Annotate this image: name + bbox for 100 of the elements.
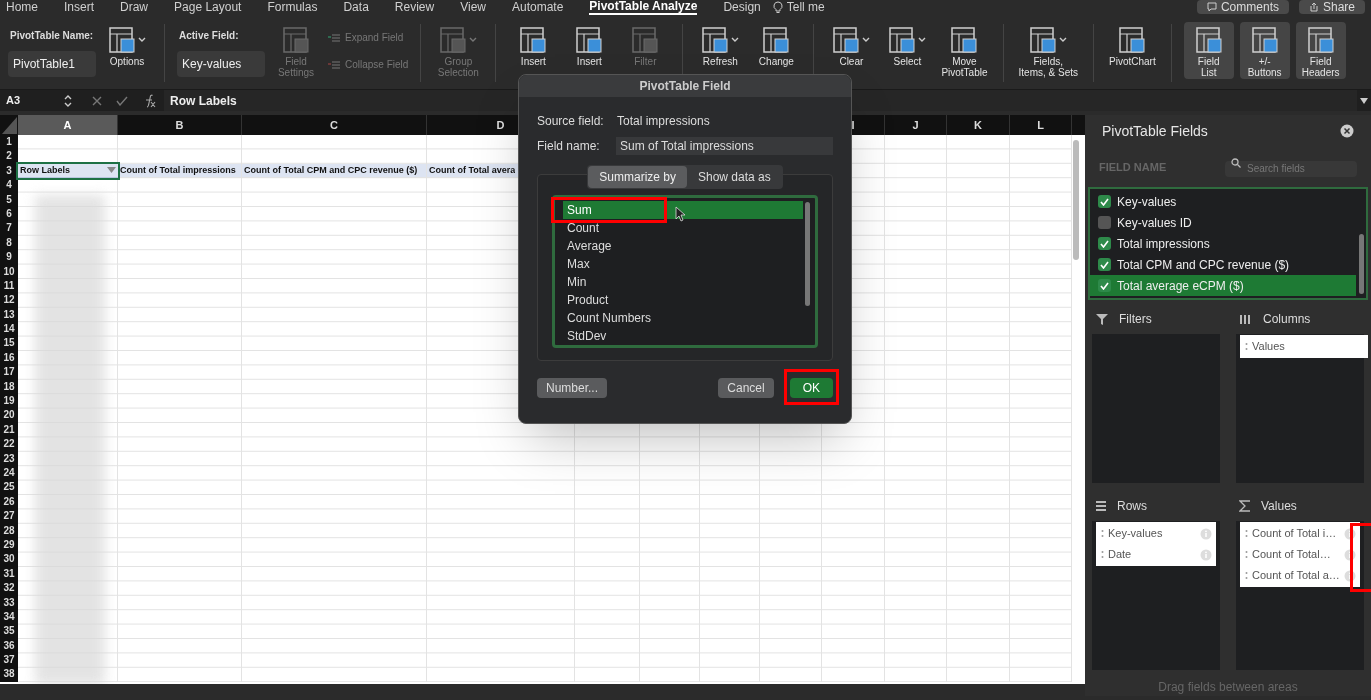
- row-header[interactable]: 22: [0, 437, 18, 452]
- menu-tab[interactable]: Formulas: [267, 0, 318, 14]
- checkbox[interactable]: [1098, 258, 1111, 271]
- list-item[interactable]: Count Numbers: [563, 309, 803, 327]
- ribbon-button[interactable]: PivotChart: [1106, 22, 1159, 68]
- list-item[interactable]: Max: [563, 255, 803, 273]
- tab[interactable]: Show data as: [687, 166, 782, 188]
- menu-tab[interactable]: Home: [6, 0, 38, 14]
- menu-tab[interactable]: Review: [394, 0, 435, 14]
- ribbon-button[interactable]: Clear: [826, 22, 877, 68]
- dialog-button[interactable]: Cancel: [718, 378, 774, 398]
- columns-icon: [1239, 313, 1253, 325]
- row-header[interactable]: 2: [0, 149, 18, 164]
- source-field-value: Total impressions: [617, 113, 710, 130]
- row-header[interactable]: 17: [0, 365, 18, 380]
- area-item[interactable]: Count of Total a…: [1240, 565, 1360, 586]
- row-header[interactable]: 14: [0, 322, 18, 337]
- list-item[interactable]: Key-values: [1090, 191, 1356, 212]
- tab[interactable]: Summarize by: [588, 166, 687, 188]
- menu-tab[interactable]: View: [460, 0, 486, 14]
- field-name-input[interactable]: Sum of Total impressions: [616, 137, 833, 155]
- area-item[interactable]: Count of Total i…: [1240, 523, 1360, 544]
- area-item[interactable]: Date: [1096, 544, 1216, 565]
- name-box[interactable]: A3: [6, 92, 21, 109]
- ok-button[interactable]: OK: [789, 378, 833, 398]
- row-header[interactable]: 32: [0, 581, 18, 596]
- search-icon: [1231, 158, 1241, 168]
- column-header[interactable]: B: [118, 115, 242, 135]
- list-item[interactable]: Total average eCPM ($): [1090, 275, 1356, 296]
- table-cell[interactable]: Row Labels: [18, 163, 118, 179]
- ribbon-button[interactable]: Insert: [508, 22, 559, 68]
- column-header[interactable]: A: [18, 115, 118, 135]
- row-header[interactable]: 20: [0, 408, 18, 423]
- scrollbar[interactable]: [804, 202, 810, 306]
- area-item[interactable]: Key-values: [1096, 523, 1216, 544]
- ribbon-button[interactable]: Options: [102, 22, 152, 68]
- checkbox[interactable]: [1098, 195, 1111, 208]
- row-header[interactable]: 19: [0, 394, 18, 409]
- table-icon: [701, 26, 730, 54]
- row-header[interactable]: 12: [0, 293, 18, 308]
- tell-me-search[interactable]: Tell me: [786, 0, 825, 14]
- row-header[interactable]: 7: [0, 221, 18, 236]
- ribbon-button[interactable]: Change: [751, 22, 802, 68]
- row-header[interactable]: 35: [0, 624, 18, 639]
- caret-icon: [731, 37, 740, 43]
- row-header[interactable]: 4: [0, 178, 18, 193]
- row-header[interactable]: 25: [0, 480, 18, 495]
- ribbon-button[interactable]: Refresh: [695, 22, 746, 68]
- ribbon-button[interactable]: Move PivotTable: [938, 22, 991, 79]
- ribbon-button[interactable]: +/- Buttons: [1239, 22, 1290, 79]
- text-field[interactable]: PivotTable1: [8, 51, 96, 77]
- ribbon-button[interactable]: Fields, Items, & Sets: [1015, 22, 1081, 79]
- list-item[interactable]: Sum: [563, 201, 803, 219]
- scrollbar[interactable]: [1073, 140, 1079, 260]
- list-item[interactable]: StdDev: [563, 327, 803, 345]
- text-field[interactable]: Key-values: [177, 51, 265, 77]
- column-header[interactable]: L: [1010, 115, 1072, 135]
- cursor-icon: [675, 206, 685, 222]
- row-header[interactable]: 1: [0, 135, 18, 150]
- menu-tab[interactable]: Design: [723, 0, 761, 14]
- list-item[interactable]: Count: [563, 219, 803, 237]
- list-item[interactable]: Total CPM and CPC revenue ($): [1090, 254, 1356, 275]
- menu-tab[interactable]: Insert: [64, 0, 95, 14]
- row-header[interactable]: 27: [0, 509, 18, 524]
- column-header[interactable]: J: [885, 115, 947, 135]
- dialog-button[interactable]: Number...: [537, 378, 608, 398]
- scrollbar[interactable]: [1358, 234, 1364, 294]
- formula-field[interactable]: Row Labels: [170, 91, 237, 110]
- column-header[interactable]: C: [242, 115, 427, 135]
- row-header[interactable]: 15: [0, 336, 18, 351]
- row-header[interactable]: 38: [0, 667, 18, 682]
- ribbon-button[interactable]: Insert: [564, 22, 615, 68]
- checkmark-icon: [1100, 260, 1109, 269]
- column-header[interactable]: K: [947, 115, 1010, 135]
- area-item[interactable]: Count of Total…: [1240, 544, 1360, 565]
- checkbox[interactable]: [1098, 237, 1111, 250]
- list-item[interactable]: Average: [563, 237, 803, 255]
- menu-tab[interactable]: Automate: [511, 0, 564, 14]
- stepper-icon: [64, 93, 72, 108]
- list-item[interactable]: Total impressions: [1090, 233, 1356, 254]
- checkbox[interactable]: [1098, 279, 1111, 292]
- check-icon: [116, 95, 128, 106]
- checkbox[interactable]: [1098, 216, 1111, 229]
- share-button[interactable]: Share: [1298, 0, 1365, 14]
- row-header[interactable]: 37: [0, 653, 18, 668]
- area-item[interactable]: Values: [1240, 336, 1368, 357]
- list-item[interactable]: Product: [563, 291, 803, 309]
- menu-tab[interactable]: Page Layout: [174, 0, 242, 14]
- ribbon-button[interactable]: Field List: [1183, 22, 1234, 79]
- menu-tab[interactable]: Draw: [120, 0, 149, 14]
- search-field[interactable]: Search fields: [1225, 160, 1357, 177]
- menu-tab[interactable]: Data: [343, 0, 369, 14]
- comments-button[interactable]: Comments: [1196, 0, 1289, 14]
- row-header[interactable]: 9: [0, 250, 18, 265]
- list-item[interactable]: Key-values ID: [1090, 212, 1356, 233]
- list-item[interactable]: Min: [563, 273, 803, 291]
- row-header[interactable]: 30: [0, 552, 18, 567]
- ribbon-button[interactable]: Field Headers: [1295, 22, 1346, 79]
- table-icon: [832, 26, 861, 54]
- ribbon-button[interactable]: Select: [882, 22, 933, 68]
